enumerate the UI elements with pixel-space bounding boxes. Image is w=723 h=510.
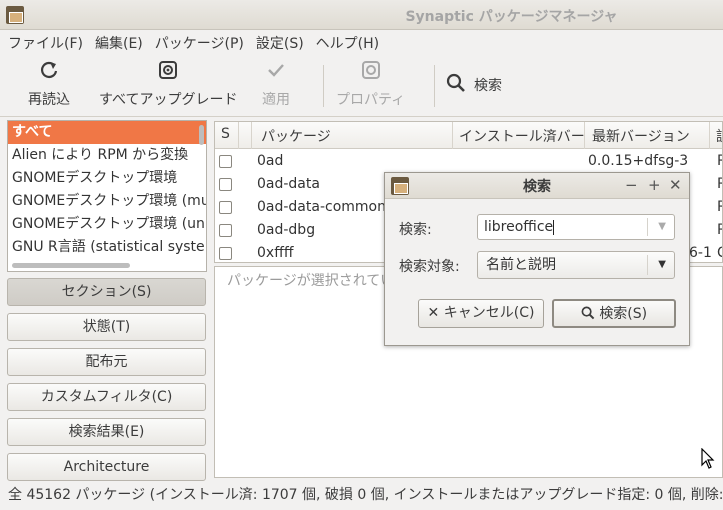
filter-item[interactable]: GNOMEデスクトップ環境 (mu: [8, 190, 206, 213]
search-icon: [581, 306, 599, 322]
package-checkbox[interactable]: [219, 155, 232, 168]
search-input[interactable]: libreoffice ▼: [477, 214, 675, 240]
package-checkbox[interactable]: [219, 224, 232, 237]
chevron-down-icon: ▼: [658, 259, 666, 270]
search-submit-label: 検索(S): [599, 306, 648, 322]
column-header-package[interactable]: パッケージ: [261, 126, 331, 146]
gear-icon: [336, 59, 405, 85]
package-description: R: [717, 153, 722, 169]
architecture-button[interactable]: Architecture: [7, 453, 206, 481]
filter-item[interactable]: Alien により RPM から変換: [8, 144, 206, 167]
package-name: 0xffff: [257, 245, 294, 261]
filter-item[interactable]: GNU R言語 (statistical syste: [8, 236, 206, 259]
search-history-dropdown-icon[interactable]: ▼: [658, 215, 666, 239]
search-dialog: 検索 − + ✕ 検索: libreoffice ▼ 検索対象: 名前と説明 ▼…: [384, 172, 690, 346]
menu-settings[interactable]: 設定(S): [252, 33, 312, 53]
checkmark-icon: [262, 59, 290, 85]
package-latest-version: 0.0.15+dfsg-3: [588, 153, 689, 169]
package-description: C: [717, 245, 722, 261]
toolbar-separator: [323, 65, 324, 107]
menu-file[interactable]: ファイル(F): [4, 33, 91, 53]
column-header-description[interactable]: 説: [716, 126, 722, 146]
origin-button[interactable]: 配布元: [7, 348, 206, 376]
package-name: 0ad-data-common: [257, 199, 386, 215]
search-toolbar-button[interactable]: 検索: [446, 73, 502, 97]
filter-item[interactable]: GNOMEデスクトップ環境 (un: [8, 213, 206, 236]
column-header-status[interactable]: S: [221, 126, 230, 142]
menu-package[interactable]: パッケージ(P): [151, 33, 252, 53]
search-icon: [446, 73, 466, 97]
title-bar: Synaptic パッケージマネージャ: [0, 0, 723, 30]
dialog-title-bar[interactable]: 検索 − + ✕: [385, 173, 689, 199]
mouse-cursor-icon: [701, 447, 715, 474]
filter-list-horizontal-scrollbar[interactable]: [12, 263, 130, 268]
filter-item[interactable]: GNOMEデスクトップ環境: [8, 167, 206, 190]
reload-label: 再読込: [28, 92, 70, 108]
upgrade-icon: [99, 59, 237, 85]
filter-list[interactable]: すべて Alien により RPM から変換 GNOMEデスクトップ環境 GNO…: [7, 120, 207, 272]
package-name: 0ad-dbg: [257, 222, 316, 238]
search-toolbar-label: 検索: [474, 78, 502, 94]
status-bar: 全 45162 パッケージ (インストール済: 1707 個, 破損 0 個, …: [8, 487, 723, 503]
package-description: R: [717, 199, 722, 215]
cancel-button-label: キャンセル(C): [443, 305, 535, 321]
properties-button[interactable]: プロパティ: [336, 59, 405, 109]
package-checkbox[interactable]: [219, 178, 232, 191]
search-target-select[interactable]: 名前と説明 ▼: [477, 251, 675, 279]
search-field-label: 検索:: [399, 222, 432, 238]
search-input-value: libreoffice: [484, 219, 554, 235]
maximize-icon[interactable]: +: [648, 176, 661, 194]
apply-button[interactable]: 適用: [262, 59, 290, 109]
package-description: R: [717, 176, 722, 192]
upgrade-all-label: すべてアップグレード: [99, 92, 238, 108]
sections-button[interactable]: セクション(S): [7, 278, 206, 306]
toolbar-separator: [434, 65, 435, 107]
upgrade-all-button[interactable]: すべてアップグレード: [99, 59, 237, 109]
menu-bar: ファイル(F) 編集(E) パッケージ(P) 設定(S) ヘルプ(H): [0, 30, 723, 55]
table-header: S パッケージ インストール済バー 最新バージョン 説: [215, 122, 722, 149]
package-name: 0ad-data: [257, 176, 320, 192]
properties-label: プロパティ: [336, 92, 406, 108]
package-latest-version: 6-1: [689, 245, 712, 261]
package-checkbox[interactable]: [219, 201, 232, 214]
reload-button[interactable]: 再読込: [28, 59, 70, 109]
cancel-button[interactable]: ✕ キャンセル(C): [418, 299, 544, 328]
menu-help[interactable]: ヘルプ(H): [312, 33, 387, 53]
reload-icon: [28, 59, 70, 85]
column-header-installed-version[interactable]: インストール済バー: [459, 126, 585, 146]
close-icon[interactable]: ✕: [669, 176, 682, 194]
menu-edit[interactable]: 編集(E): [91, 33, 151, 53]
window-title: Synaptic パッケージマネージャ: [405, 9, 618, 25]
filter-item[interactable]: すべて: [8, 121, 206, 144]
search-target-value: 名前と説明: [486, 257, 556, 273]
table-row[interactable]: 0ad 0.0.15+dfsg-3 R: [215, 150, 722, 173]
column-header-latest-version[interactable]: 最新バージョン: [592, 126, 690, 146]
toolbar: 再読込 すべてアップグレード 適用 プロパティ 検索: [0, 55, 723, 117]
package-description: R: [717, 222, 722, 238]
minimize-icon[interactable]: −: [625, 176, 638, 194]
search-results-button[interactable]: 検索結果(E): [7, 418, 206, 446]
status-button[interactable]: 状態(T): [7, 313, 206, 341]
apply-label: 適用: [262, 92, 290, 108]
dialog-title: 検索: [523, 179, 551, 195]
package-name: 0ad: [257, 153, 284, 169]
filter-list-vertical-scrollbar[interactable]: [199, 125, 204, 145]
cancel-icon: ✕: [427, 305, 440, 321]
search-target-label: 検索対象:: [399, 259, 460, 275]
custom-filter-button[interactable]: カスタムフィルタ(C): [7, 383, 206, 411]
package-checkbox[interactable]: [219, 247, 232, 260]
search-submit-button[interactable]: 検索(S): [552, 299, 676, 328]
